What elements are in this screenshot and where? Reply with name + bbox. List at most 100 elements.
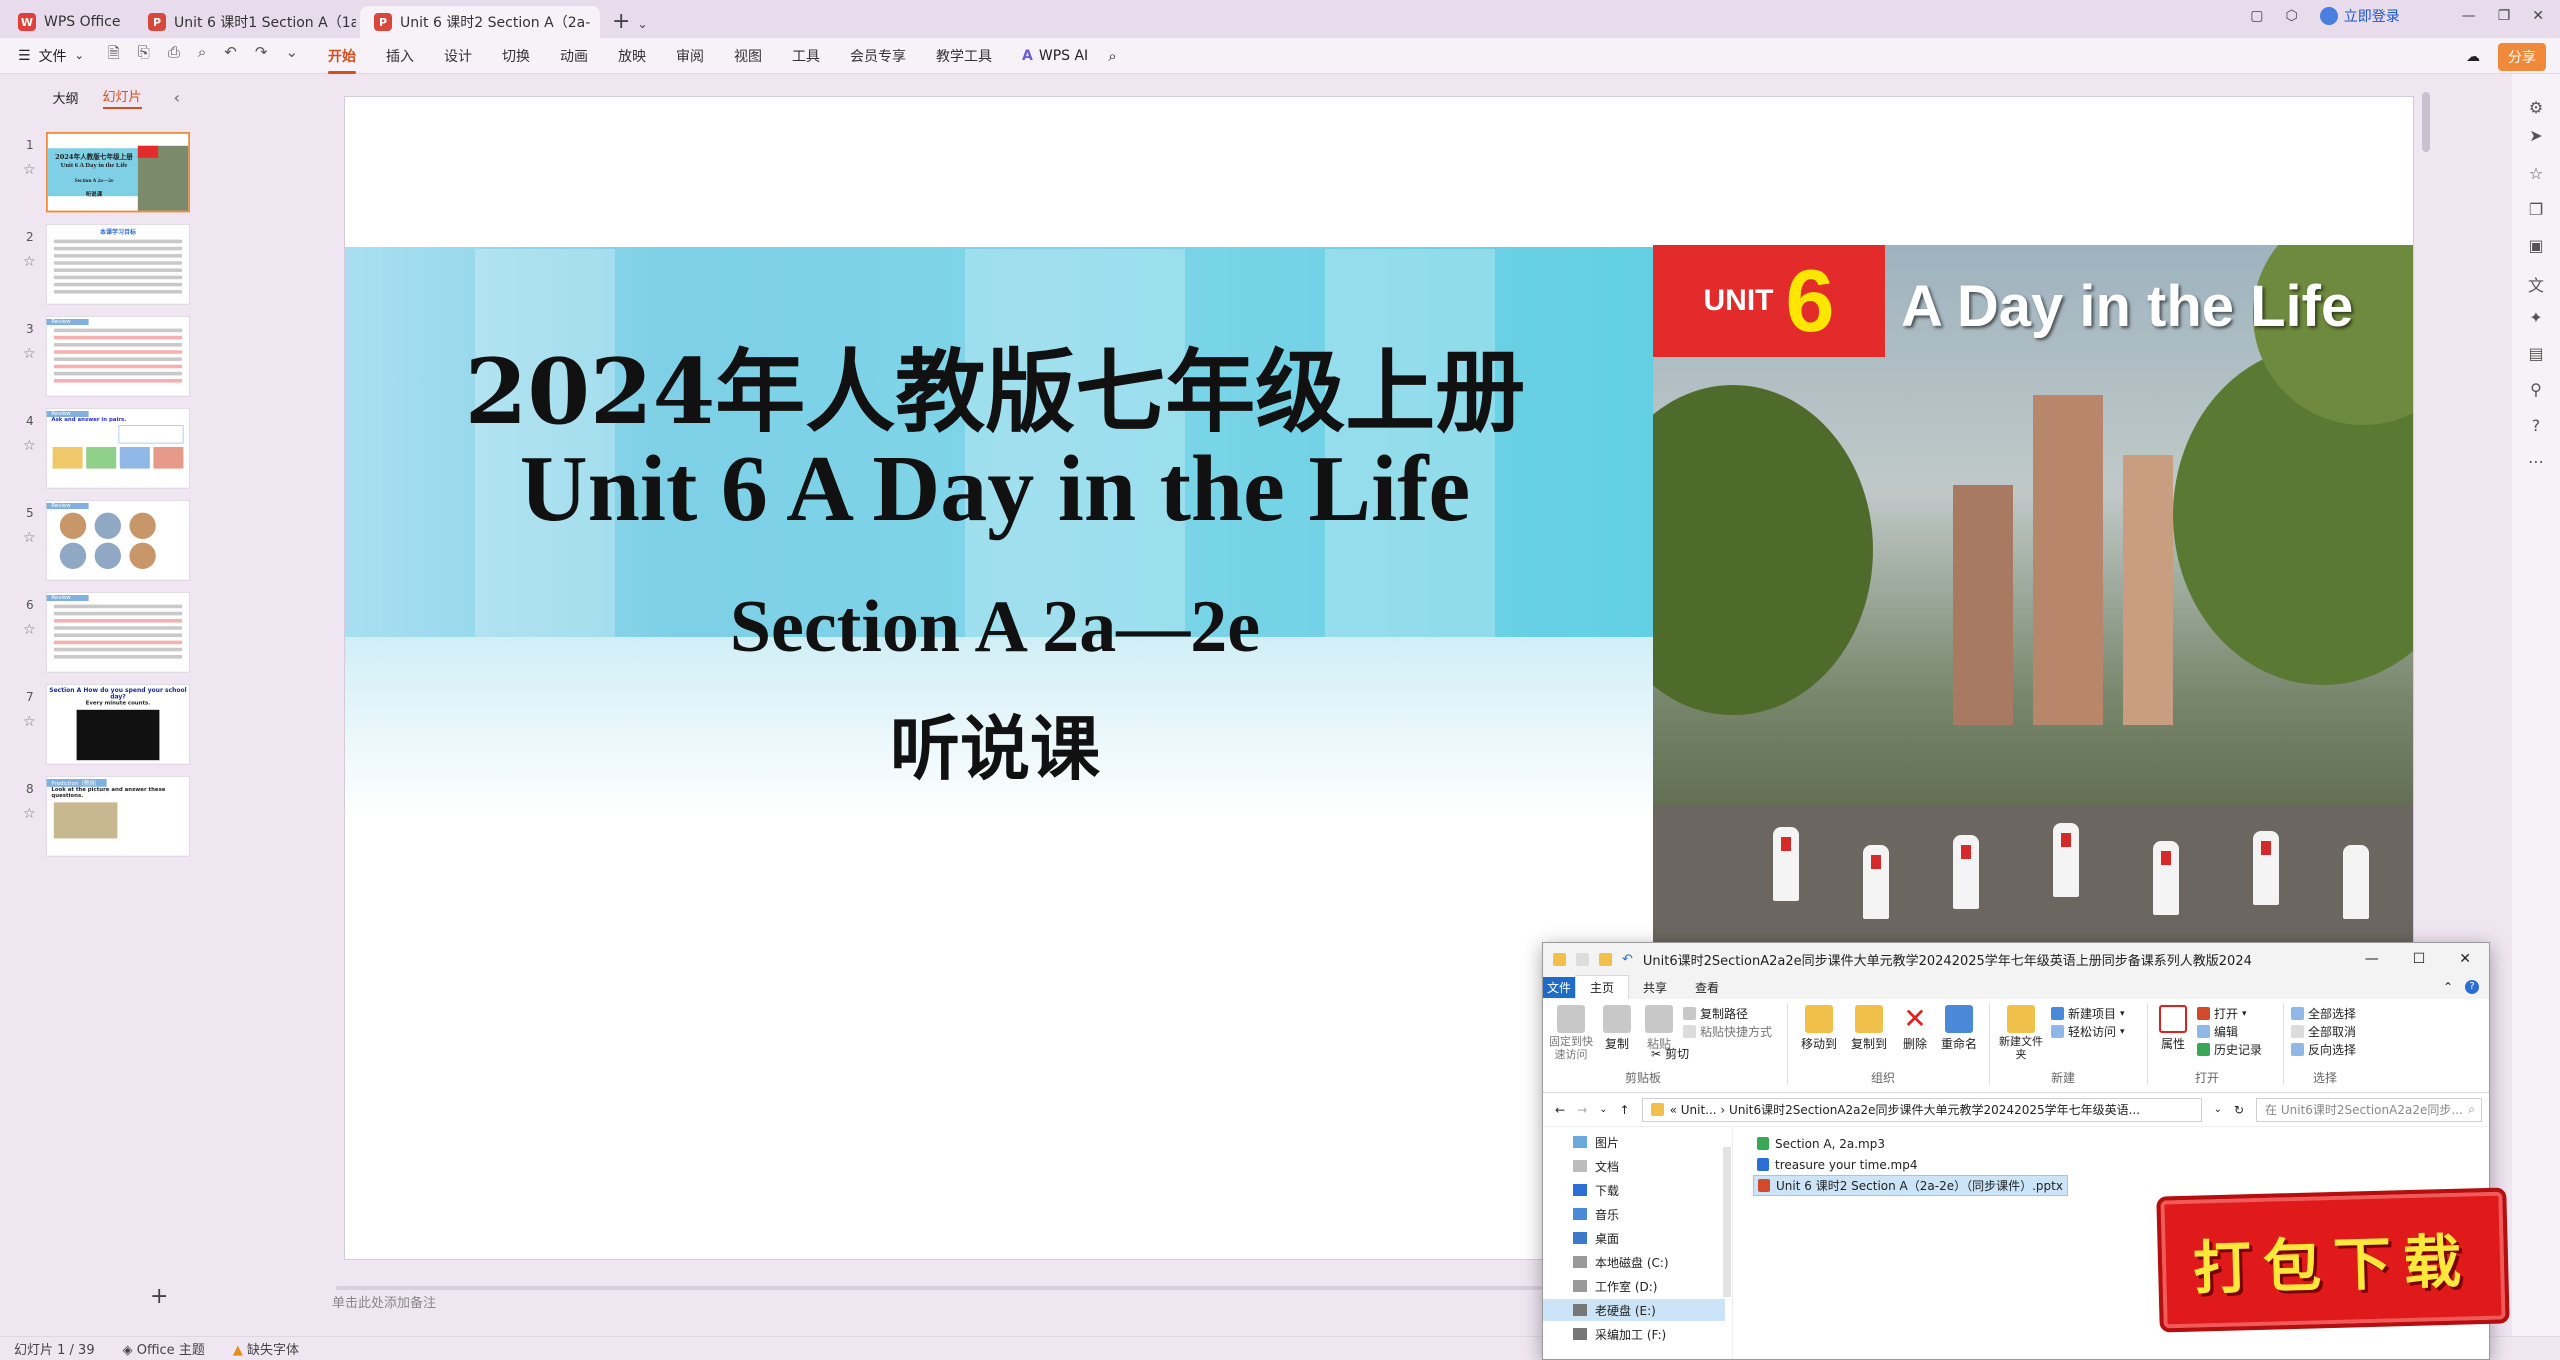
pin-quick-access-button[interactable]: 固定到快速访问: [1549, 1005, 1593, 1061]
new-folder-button[interactable]: 新建文件夹: [1997, 1005, 2045, 1061]
minimize-icon[interactable]: —: [2462, 8, 2476, 24]
nav-item-documents[interactable]: 文档: [1573, 1155, 1619, 1177]
tab-design[interactable]: 设计: [444, 46, 472, 66]
properties-button[interactable]: 属性: [2155, 1005, 2191, 1052]
book-icon[interactable]: ▤: [2526, 344, 2546, 364]
star-icon[interactable]: ☆: [2526, 164, 2546, 184]
login-button[interactable]: 立即登录: [2319, 6, 2400, 26]
new-folder-icon[interactable]: [1599, 952, 1612, 966]
magic-icon[interactable]: ✦: [2526, 308, 2546, 328]
more-icon[interactable]: ⌄: [285, 43, 298, 68]
nav-item-drive-c[interactable]: 本地磁盘 (C:): [1573, 1251, 1669, 1273]
slide-lesson[interactable]: 听说课: [345, 693, 1645, 794]
nav-item-downloads[interactable]: 下载: [1573, 1179, 1619, 1201]
copy-path-button[interactable]: 复制路径: [1683, 1005, 1748, 1022]
star-icon[interactable]: ☆: [23, 530, 36, 546]
notes-area[interactable]: 单击此处添加备注: [330, 1292, 1530, 1320]
slide-thumbnail[interactable]: Review: [46, 500, 190, 581]
tab-transitions[interactable]: 切换: [502, 46, 530, 66]
tab-wps-office[interactable]: W WPS Office: [4, 6, 130, 38]
tab-share[interactable]: 共享: [1629, 976, 1681, 999]
slide-thumbnail[interactable]: Review: [46, 592, 190, 673]
file-item[interactable]: Unit 6 课时2 Section A（2a-2e）（同步课件）.pptx: [1753, 1175, 2068, 1196]
search-icon[interactable]: ⌕: [1108, 47, 1116, 65]
close-icon[interactable]: ✕: [2459, 951, 2471, 967]
undo-icon[interactable]: ↶: [1622, 952, 1633, 967]
tab-view[interactable]: 查看: [1681, 976, 1733, 999]
back-icon[interactable]: ←: [1555, 1103, 1565, 1117]
nav-item-pictures[interactable]: 图片: [1573, 1131, 1619, 1153]
tab-insert[interactable]: 插入: [386, 46, 414, 66]
image-icon[interactable]: ▣: [2526, 236, 2546, 256]
tab-slideshow[interactable]: 放映: [618, 46, 646, 66]
redo-icon[interactable]: ↷: [255, 43, 268, 68]
horizontal-scrollbar[interactable]: [336, 1286, 1576, 1290]
file-item[interactable]: treasure your time.mp4: [1753, 1154, 2068, 1175]
add-slide-button[interactable]: +: [150, 1284, 168, 1309]
move-to-button[interactable]: 移动到: [1797, 1005, 1841, 1052]
print-icon[interactable]: ⎙: [168, 43, 180, 68]
nav-item-desktop[interactable]: 桌面: [1573, 1227, 1619, 1249]
translate-icon[interactable]: 文: [2526, 272, 2546, 295]
star-icon[interactable]: ☆: [23, 162, 36, 178]
edit-button[interactable]: 编辑: [2197, 1023, 2238, 1040]
help-icon[interactable]: ?: [2526, 416, 2546, 436]
slide-thumbnail[interactable]: Prediction（预测） Look at the picture and a…: [46, 776, 190, 857]
chevron-down-icon[interactable]: ⌄: [2214, 1104, 2222, 1115]
open-button[interactable]: 打开 ▾: [2197, 1005, 2247, 1022]
download-package-badge[interactable]: 打包下载: [2156, 1187, 2510, 1333]
tab-document-1[interactable]: P Unit 6 课时1 Section A（1a-Pronun: [134, 6, 356, 38]
restore-icon[interactable]: ❐: [2498, 8, 2511, 24]
slide-section[interactable]: Section A 2a—2e: [345, 585, 1645, 670]
tab-home[interactable]: 开始: [328, 46, 357, 74]
file-menu-button[interactable]: ☰ 文件 ⌄: [18, 46, 84, 66]
tab-outline[interactable]: 大纲: [52, 88, 78, 107]
tab-view[interactable]: 视图: [734, 46, 762, 66]
star-icon[interactable]: ☆: [23, 438, 36, 454]
rename-button[interactable]: 重命名: [1937, 1005, 1981, 1052]
invert-selection-button[interactable]: 反向选择: [2291, 1041, 2356, 1058]
up-icon[interactable]: ↑: [1620, 1103, 1630, 1117]
pin-icon[interactable]: ⚲: [2526, 380, 2546, 400]
tab-teaching-tools[interactable]: 教学工具: [936, 46, 992, 66]
copy-icon[interactable]: ❐: [2526, 200, 2546, 220]
star-icon[interactable]: ☆: [23, 806, 36, 822]
slide-title[interactable]: 2024年人教版七年级上册: [345, 319, 1645, 449]
forward-icon[interactable]: →: [1577, 1103, 1587, 1117]
tab-home[interactable]: 主页: [1575, 975, 1630, 999]
slide-thumbnail[interactable]: Review Ask and answer in pairs.: [46, 408, 190, 489]
more-icon[interactable]: ⋯: [2526, 452, 2546, 472]
nav-item-drive-f[interactable]: 采编加工 (F:): [1573, 1323, 1666, 1345]
preview-icon[interactable]: ⌕: [198, 43, 206, 68]
properties-icon[interactable]: [1576, 952, 1589, 966]
tab-member[interactable]: 会员专享: [850, 46, 906, 66]
share-button[interactable]: 分享: [2498, 43, 2546, 71]
star-icon[interactable]: ☆: [23, 254, 36, 270]
new-item-button[interactable]: 新建项目 ▾: [2051, 1005, 2125, 1022]
star-icon[interactable]: ☆: [23, 346, 36, 362]
settings-sliders-icon[interactable]: ⚙: [2526, 98, 2546, 118]
chevron-up-icon[interactable]: ⌃: [2443, 980, 2453, 994]
history-button[interactable]: 历史记录: [2197, 1041, 2262, 1058]
slide-subtitle[interactable]: Unit 6 A Day in the Life: [345, 435, 1645, 543]
new-tab-button[interactable]: + ⌄: [612, 9, 648, 34]
tab-slides[interactable]: 幻灯片: [102, 86, 142, 109]
tab-review[interactable]: 审阅: [676, 46, 704, 66]
address-bar[interactable]: « Unit... › Unit6课时2SectionA2a2e同步课件大单元教…: [1641, 1097, 2202, 1122]
cloud-sync-icon[interactable]: ☁: [2466, 49, 2480, 65]
nav-item-drive-d[interactable]: 工作室 (D:): [1573, 1275, 1657, 1297]
cut-button[interactable]: ✂ 剪切: [1651, 1045, 1689, 1062]
tab-tools[interactable]: 工具: [792, 46, 820, 66]
copy-to-button[interactable]: 复制到: [1847, 1005, 1891, 1052]
paste-shortcut-button[interactable]: 粘贴快捷方式: [1683, 1023, 1772, 1040]
nav-item-music[interactable]: 音乐: [1573, 1203, 1619, 1225]
star-icon[interactable]: ☆: [23, 714, 36, 730]
maximize-icon[interactable]: ☐: [2413, 951, 2426, 967]
export-icon[interactable]: ⎘: [138, 43, 150, 68]
save-icon[interactable]: 🗎: [108, 43, 120, 68]
help-icon[interactable]: ?: [2465, 980, 2479, 994]
easy-access-button[interactable]: 轻松访问 ▾: [2051, 1023, 2125, 1040]
star-icon[interactable]: ☆: [23, 622, 36, 638]
delete-button[interactable]: ✕ 删除: [1897, 1005, 1933, 1052]
select-none-button[interactable]: 全部取消: [2291, 1023, 2356, 1040]
